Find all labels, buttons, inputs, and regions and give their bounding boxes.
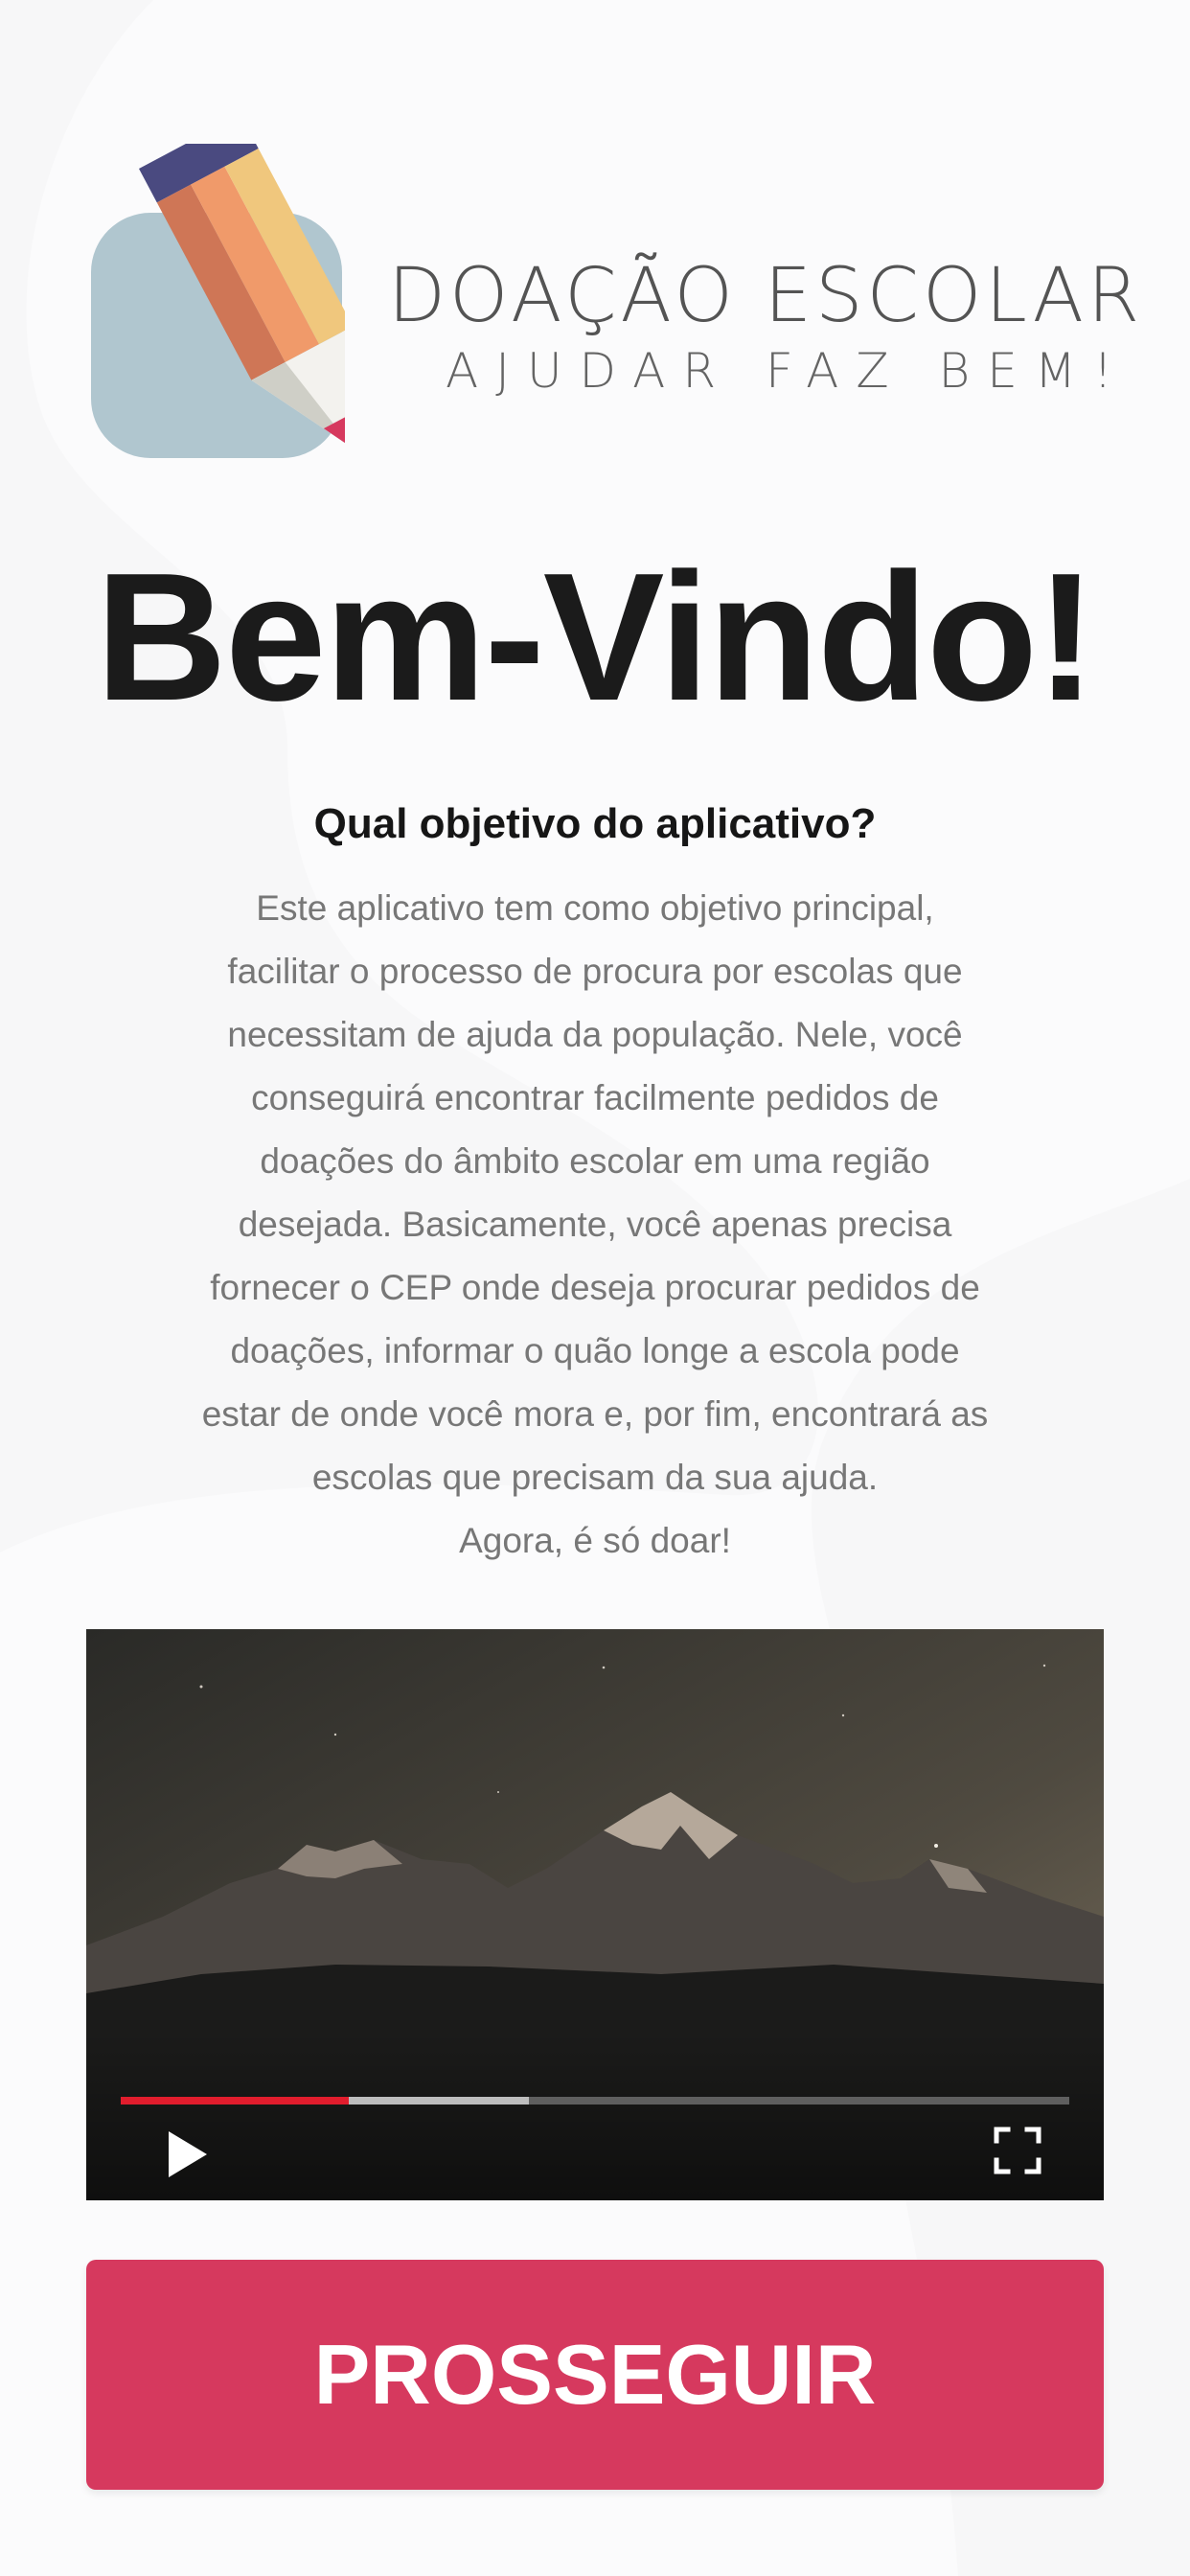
welcome-heading: Bem-Vindo!: [95, 536, 1097, 739]
objective-line: escolas que precisam da sua ajuda.: [311, 1458, 879, 1497]
video-played-bar: [121, 2097, 349, 2104]
play-button[interactable]: [163, 2128, 211, 2181]
play-icon: [169, 2131, 207, 2177]
objective-line: conseguirá encontrar facilmente pedidos …: [251, 1078, 939, 1117]
objective-line: Agora, é só doar!: [459, 1521, 731, 1560]
brand-text: DOAÇÃO ESCOLAR AJUDAR FAZ BEM!: [388, 253, 1144, 399]
objective-line: estar de onde você mora e, por fim, enco…: [201, 1394, 989, 1434]
objective-description: Este aplicativo tem como objetivo princi…: [158, 877, 1032, 1573]
objective-line: fornecer o CEP onde deseja procurar pedi…: [210, 1268, 980, 1307]
video-player[interactable]: [86, 1629, 1104, 2200]
objective-title: Qual objetivo do aplicativo?: [313, 800, 877, 847]
pencil-icon: [91, 114, 354, 458]
welcome-screen: DOAÇÃO ESCOLAR AJUDAR FAZ BEM! Bem-Vindo…: [0, 0, 1190, 2576]
objective-line: doações do âmbito escolar em uma região: [260, 1141, 930, 1181]
objective-line: Este aplicativo tem como objetivo princi…: [256, 888, 934, 928]
video-progress-bar[interactable]: [121, 2097, 1069, 2104]
objective-line: desejada. Basicamente, você apenas preci…: [238, 1205, 952, 1244]
proceed-button[interactable]: PROSSEGUIR: [86, 2260, 1104, 2490]
video-thumbnail: [86, 1629, 1104, 2200]
objective-line: necessitam de ajuda da população. Nele, …: [227, 1015, 963, 1054]
objective-line: facilitar o processo de procura por esco…: [227, 952, 963, 991]
fullscreen-icon: [994, 2127, 1041, 2174]
brand-title: DOAÇÃO ESCOLAR: [388, 253, 1144, 339]
brand-subtitle: AJUDAR FAZ BEM!: [446, 343, 1131, 399]
app-logo: [91, 114, 354, 479]
objective-line: doações, informar o quão longe a escola …: [230, 1331, 960, 1370]
fullscreen-button[interactable]: [993, 2126, 1042, 2175]
